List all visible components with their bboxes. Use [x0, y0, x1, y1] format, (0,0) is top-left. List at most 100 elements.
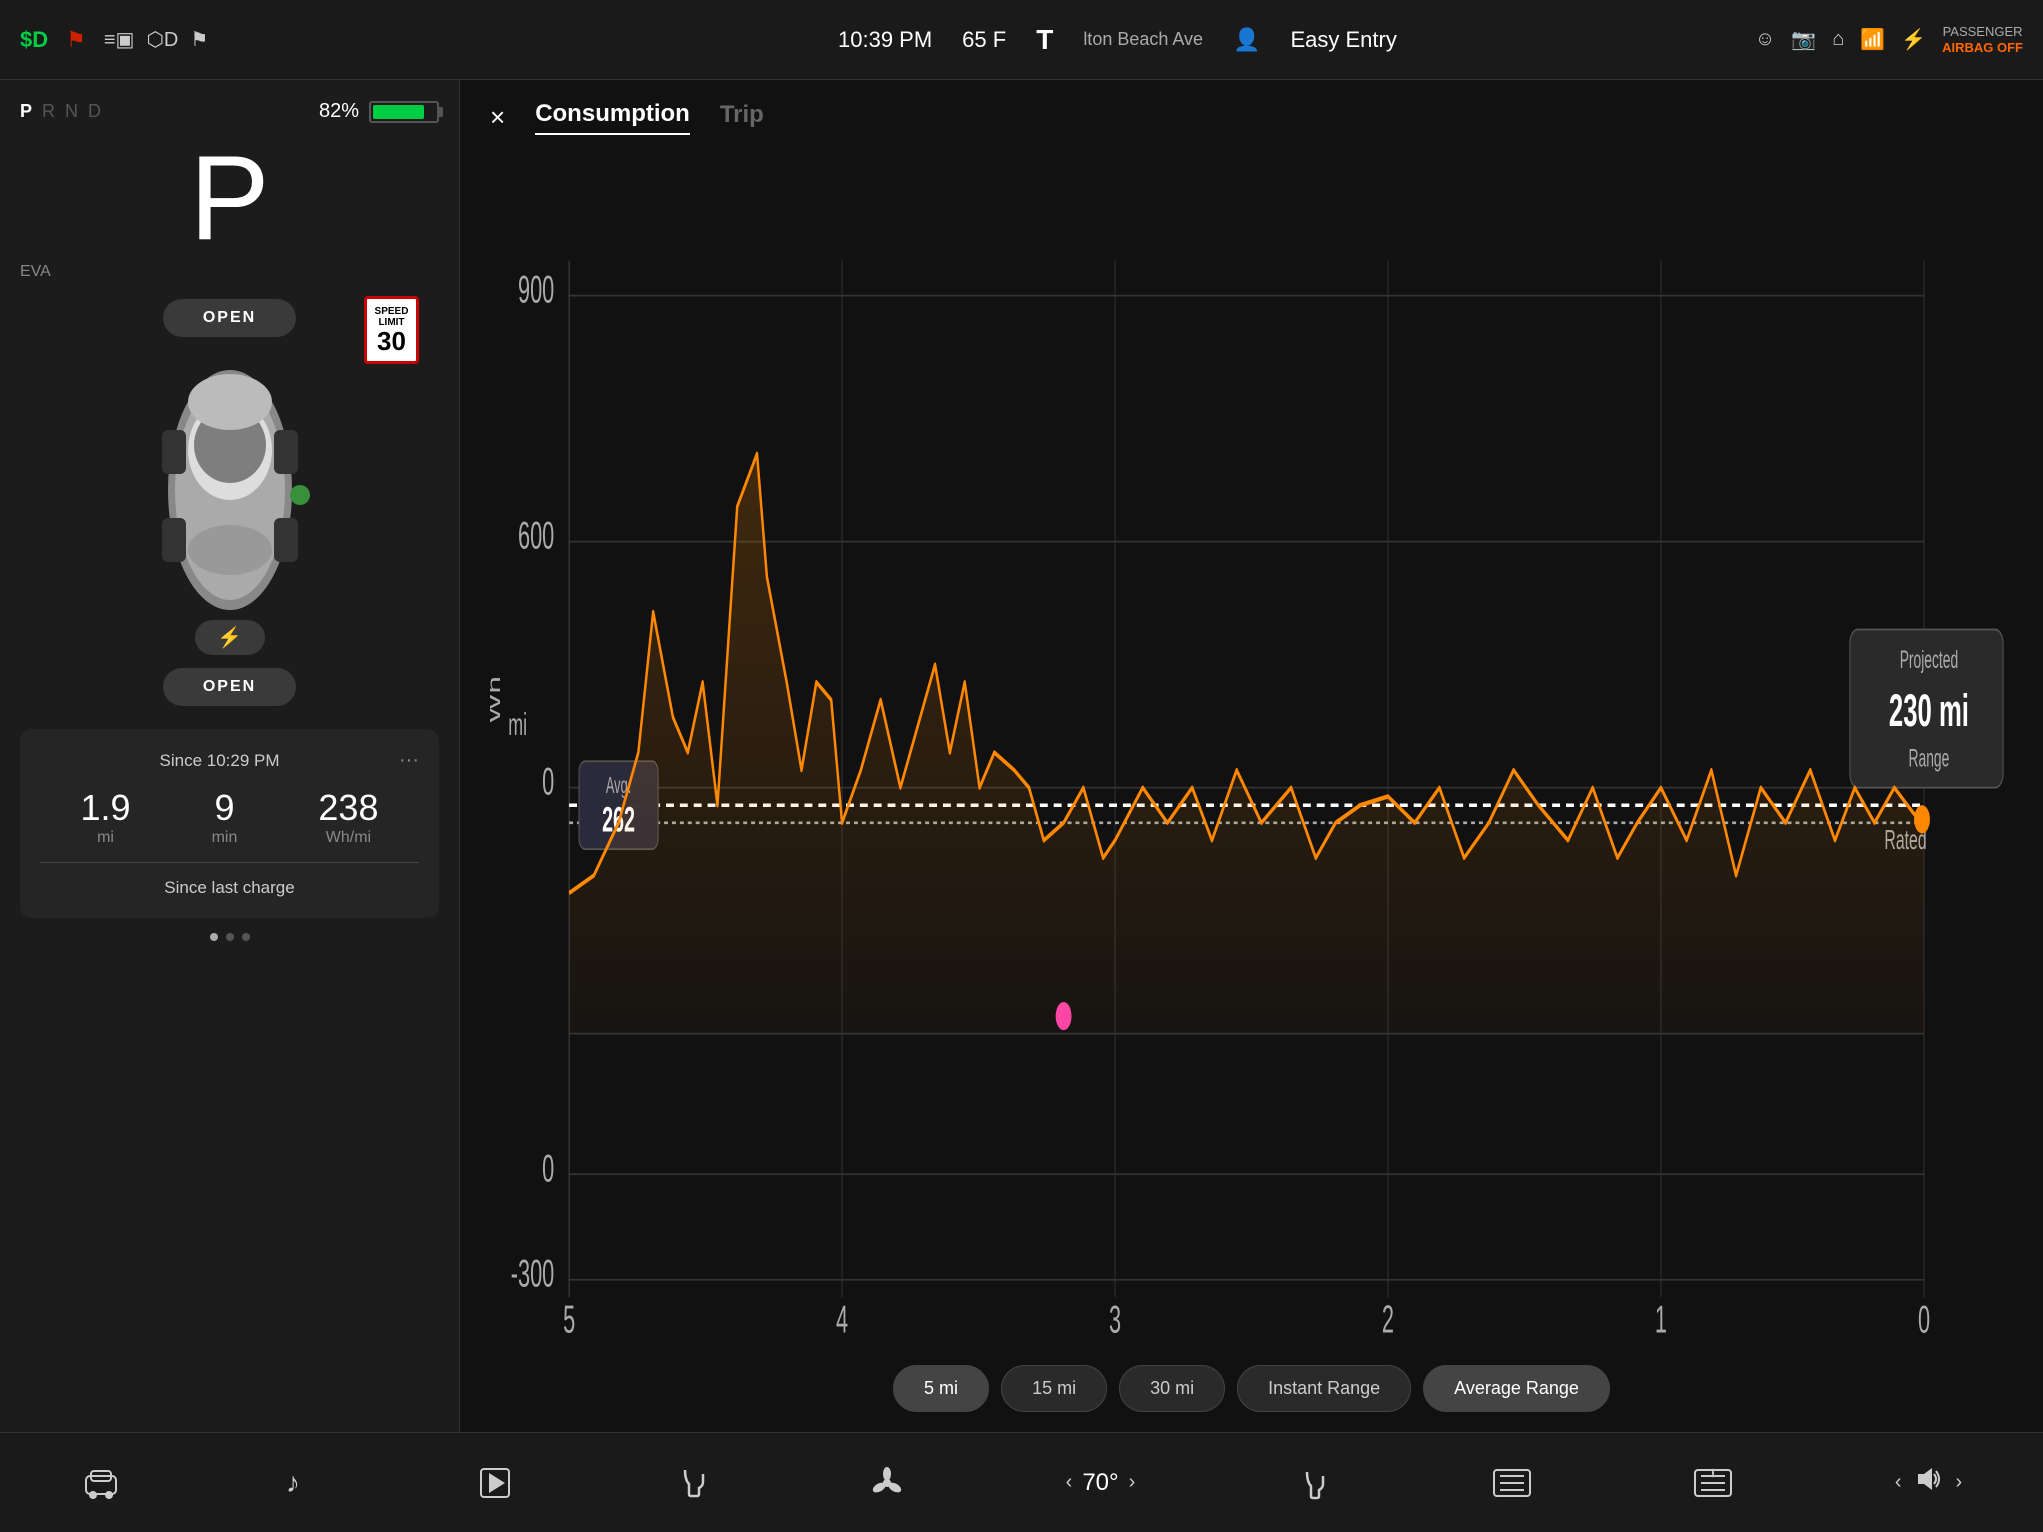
btn-instant-range[interactable]: Instant Range: [1237, 1365, 1411, 1412]
consumption-chart: 900 600 0 0 -300 5 4 3 2 1 0 Wh mi: [490, 155, 2013, 1350]
temp-down-button[interactable]: ‹: [1066, 1471, 1073, 1494]
volume-control: ‹ ›: [1895, 1464, 1962, 1501]
status-left: $D ⚑ ≡▣ ⬡D ⚑: [20, 27, 480, 53]
stat-wh-unit: Wh/mi: [326, 829, 371, 847]
svg-text:0: 0: [542, 760, 554, 803]
stats-values: 1.9 mi 9 min 238 Wh/mi: [40, 787, 419, 847]
svg-text:600: 600: [518, 514, 554, 557]
media-nav-icon[interactable]: [477, 1465, 513, 1501]
speed-limit-number: 30: [377, 328, 406, 354]
svg-text:1: 1: [1655, 1298, 1667, 1341]
clock: 10:39 PM: [838, 27, 932, 53]
eva-label: EVA: [20, 263, 51, 281]
fan-nav-icon[interactable]: [870, 1466, 904, 1500]
dot-2[interactable]: [226, 933, 234, 941]
btn-15mi[interactable]: 15 mi: [1001, 1365, 1107, 1412]
gear-n[interactable]: N: [65, 101, 78, 122]
stat-mi-unit: mi: [97, 829, 114, 847]
easy-entry-label[interactable]: Easy Entry: [1290, 27, 1396, 53]
volume-icon[interactable]: [1912, 1464, 1946, 1501]
svg-text:0: 0: [1918, 1298, 1930, 1341]
chart-buttons: 5 mi 15 mi 30 mi Instant Range Average R…: [490, 1365, 2013, 1412]
seat-nav-icon[interactable]: [675, 1466, 709, 1500]
chart-tabs: Consumption Trip: [535, 100, 764, 135]
dots-nav: [210, 933, 250, 941]
alert-icon: ⚑: [66, 27, 86, 53]
stat-min-unit: min: [212, 829, 238, 847]
person-icon: 👤: [1233, 27, 1260, 53]
chart-header: × Consumption Trip: [490, 100, 2013, 135]
svg-text:♪: ♪: [286, 1467, 300, 1498]
passenger-label: PASSENGER: [1943, 24, 2023, 40]
tesla-logo: T: [1036, 24, 1053, 56]
home-icon: ⌂: [1832, 28, 1844, 51]
btn-average-range[interactable]: Average Range: [1423, 1365, 1610, 1412]
flag-icon: ⚑: [190, 27, 208, 52]
rear-heat-icon[interactable]: [1693, 1468, 1733, 1498]
svg-text:900: 900: [518, 268, 554, 311]
seat-heat-nav-icon[interactable]: [1297, 1466, 1331, 1500]
stats-menu-dots[interactable]: ···: [399, 749, 419, 772]
battery-bar: [369, 101, 439, 123]
temperature: 65 F: [962, 27, 1006, 53]
music-nav-icon[interactable]: ♪: [282, 1466, 316, 1500]
svg-text:3: 3: [1109, 1298, 1121, 1341]
dot-1[interactable]: [210, 933, 218, 941]
rear-defrost-icon[interactable]: [1492, 1468, 1532, 1498]
power-icon: ⬡D: [146, 27, 178, 52]
svg-text:mi: mi: [508, 708, 527, 743]
nav-street: lton Beach Ave: [1083, 29, 1203, 50]
face-icon: ☺: [1755, 28, 1775, 51]
btn-5mi[interactable]: 5 mi: [893, 1365, 989, 1412]
list-icon: ≡▣: [104, 27, 135, 52]
stat-wh: 238 Wh/mi: [318, 787, 378, 847]
tab-consumption[interactable]: Consumption: [535, 100, 690, 135]
tab-trip[interactable]: Trip: [720, 100, 764, 135]
open-top-button[interactable]: OPEN: [163, 299, 296, 337]
status-bar: $D ⚑ ≡▣ ⬡D ⚑ 10:39 PM 65 F T lton Beach …: [0, 0, 2043, 80]
dot-3[interactable]: [242, 933, 250, 941]
speed-limit-sign: SPEED LIMIT 30: [364, 296, 419, 364]
vol-up-button[interactable]: ›: [1956, 1471, 1963, 1494]
open-bottom-button[interactable]: OPEN: [163, 668, 296, 706]
svg-text:-300: -300: [511, 1252, 555, 1295]
bluetooth-icon: ⚡: [1901, 27, 1926, 52]
temperature-control: ‹ 70° ›: [1066, 1469, 1136, 1497]
stats-header: Since 10:29 PM ···: [40, 749, 419, 772]
stats-panel: Since 10:29 PM ··· 1.9 mi 9 min 238 Wh/m…: [20, 729, 439, 918]
stats-divider: [40, 862, 419, 863]
svg-text:4: 4: [836, 1298, 848, 1341]
vol-down-button[interactable]: ‹: [1895, 1471, 1902, 1494]
stat-wh-value: 238: [318, 787, 378, 829]
car-svg: [130, 350, 330, 630]
left-panel: P R N D 82% P EVA OPEN SPEED LIMIT 30: [0, 80, 460, 1432]
svg-text:Projected: Projected: [1900, 647, 1958, 674]
close-button[interactable]: ×: [490, 102, 505, 133]
stats-since-label: Since 10:29 PM: [40, 751, 399, 771]
svg-text:0: 0: [542, 1147, 554, 1190]
car-controls: OPEN SPEED LIMIT 30: [20, 291, 439, 714]
since-charge-label: Since last charge: [40, 878, 419, 898]
dollar-d-icon: $D: [20, 27, 48, 53]
chart-container: 900 600 0 0 -300 5 4 3 2 1 0 Wh mi: [490, 155, 2013, 1350]
svg-text:5: 5: [563, 1298, 575, 1341]
btn-30mi[interactable]: 30 mi: [1119, 1365, 1225, 1412]
stat-min-value: 9: [214, 787, 234, 829]
battery-percent: 82%: [319, 100, 359, 123]
stat-minutes: 9 min: [212, 787, 238, 847]
battery-fill: [373, 105, 424, 119]
stat-mi-value: 1.9: [81, 787, 131, 829]
svg-text:Range: Range: [1909, 746, 1950, 773]
status-center: 10:39 PM 65 F T lton Beach Ave 👤 Easy En…: [480, 24, 1755, 56]
main-content: P R N D 82% P EVA OPEN SPEED LIMIT 30: [0, 80, 2043, 1432]
svg-text:2: 2: [1382, 1298, 1394, 1341]
svg-text:230 mi: 230 mi: [1889, 684, 1969, 736]
gear-p[interactable]: P: [20, 101, 32, 122]
gear-r[interactable]: R: [42, 101, 55, 122]
car-top-view: [130, 350, 330, 610]
car-nav-icon[interactable]: [81, 1466, 121, 1500]
gear-d[interactable]: D: [88, 101, 101, 122]
temp-up-button[interactable]: ›: [1129, 1471, 1136, 1494]
gear-selector: P R N D: [20, 101, 101, 122]
svg-text:Wh: Wh: [490, 676, 504, 723]
